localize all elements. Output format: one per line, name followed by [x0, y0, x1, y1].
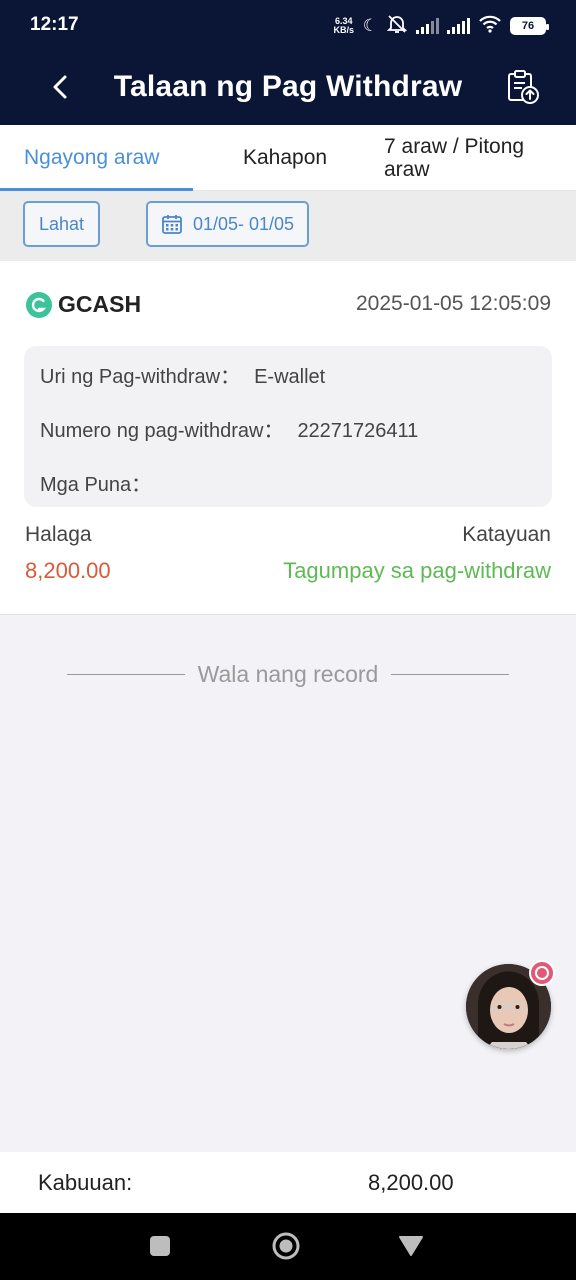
total-value: 8,200.00 — [368, 1170, 454, 1195]
list-end-indicator: Wala nang record — [0, 657, 576, 691]
status-value: Tagumpay sa pag-withdraw — [283, 558, 551, 583]
circle-home-icon — [272, 1232, 300, 1260]
provider-name: GCASH — [58, 291, 142, 317]
signal-icon — [416, 18, 439, 34]
status-time: 12:17 — [30, 14, 79, 35]
wifi-icon — [478, 15, 502, 38]
record-datetime: 2025-01-05 12:05:09 — [356, 292, 551, 315]
date-range-button[interactable]: 01/05- 01/05 — [146, 201, 309, 247]
status-icons: 6.34 KB/s ☾ 76 — [333, 13, 549, 39]
divider-left — [66, 673, 185, 675]
status-label: Katayuan — [462, 523, 551, 546]
network-speed: 6.34 KB/s — [333, 17, 355, 35]
date-range-label: 01/05- 01/05 — [192, 213, 295, 234]
moon-icon: ☾ — [362, 16, 378, 35]
home-button[interactable] — [271, 1231, 301, 1261]
triangle-back-icon — [399, 1236, 423, 1256]
mute-icon — [386, 14, 408, 39]
withdraw-type-label: Uri ng Pag-withdraw： — [40, 366, 241, 388]
list-end-text: Wala nang record — [197, 660, 379, 687]
remarks-row: Mga Puna： — [40, 468, 165, 497]
clipboard-upload-icon — [508, 70, 539, 104]
filter-row: Lahat 01/05- 01/05 — [0, 191, 576, 261]
gcash-icon — [26, 291, 52, 318]
remarks-label: Mga Puna： — [40, 474, 152, 496]
tab-seven-days[interactable]: 7 araw / Pitong araw — [384, 125, 560, 191]
square-icon — [150, 1236, 170, 1256]
total-label: Kabuuan: — [38, 1170, 133, 1195]
withdraw-record-card[interactable]: GCASH 2025-01-05 12:05:09 Uri ng Pag-wit… — [0, 261, 576, 615]
withdraw-type-value: E-wallet — [254, 366, 326, 388]
date-tabs: Ngayong araw Kahapon 7 araw / Pitong ara… — [0, 125, 576, 191]
battery-icon: 76 — [510, 17, 549, 35]
filter-all-button[interactable]: Lahat — [23, 201, 100, 247]
tab-today[interactable]: Ngayong araw — [24, 125, 159, 191]
withdraw-number-label: Numero ng pag-withdraw： — [40, 420, 284, 442]
total-bar: Kabuuan: 8,200.00 — [0, 1152, 576, 1213]
page-title: Talaan ng Pag Withdraw — [113, 70, 463, 103]
amount-value: 8,200.00 — [25, 558, 111, 583]
divider-right — [391, 673, 510, 675]
withdraw-number-value: 22271726411 — [297, 420, 419, 442]
withdraw-number-row: Numero ng pag-withdraw： 22271726411 — [40, 414, 418, 443]
notification-badge — [529, 960, 555, 986]
report-button[interactable] — [500, 64, 546, 110]
signal-icon-2 — [447, 18, 470, 34]
app-header: Talaan ng Pag Withdraw — [0, 52, 576, 125]
back-nav-button[interactable] — [396, 1231, 426, 1261]
record-details: Uri ng Pag-withdraw： E-wallet Numero ng p… — [24, 346, 552, 507]
network-speed-unit: KB/s — [333, 25, 354, 35]
tab-yesterday[interactable]: Kahapon — [243, 125, 327, 191]
gcash-logo: GCASH — [26, 291, 141, 318]
calendar-icon — [162, 215, 182, 234]
status-bar: 12:17 6.34 KB/s ☾ 76 — [0, 0, 576, 52]
recents-button[interactable] — [145, 1231, 175, 1261]
amount-label: Halaga — [25, 523, 92, 546]
system-nav-bar — [0, 1213, 576, 1280]
withdraw-type-row: Uri ng Pag-withdraw： E-wallet — [40, 360, 325, 389]
